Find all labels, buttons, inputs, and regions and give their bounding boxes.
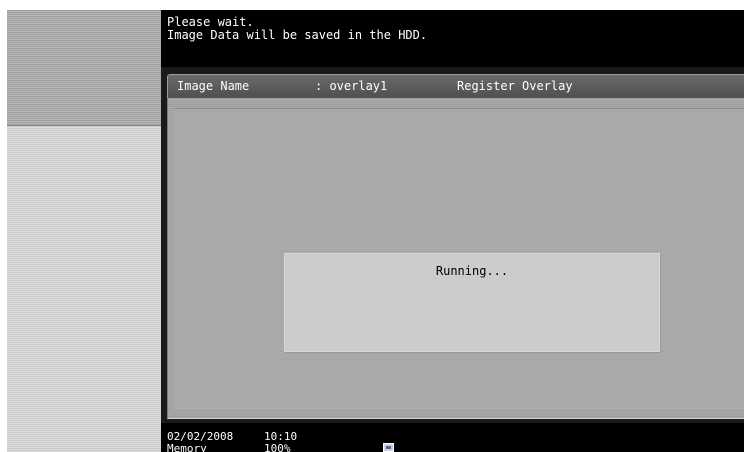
control-panel-screen: Please wait. Image Data will be saved in… — [0, 0, 744, 452]
action-title: Register Overlay — [457, 79, 573, 93]
message-line-2: Image Data will be saved in the HDD. — [167, 28, 428, 42]
status-bar: 02/02/2008 10:10 Memory 100% — [161, 423, 744, 452]
left-panel-top — [7, 10, 161, 125]
message-band: Please wait. Image Data will be saved in… — [161, 10, 744, 67]
running-dialog: Running... — [284, 253, 660, 352]
status-date: 02/02/2008 — [167, 430, 234, 443]
content-inner: Running... — [174, 108, 744, 409]
memory-label: Memory — [167, 442, 207, 452]
content-area: Running... — [167, 98, 744, 419]
left-panel-bottom — [7, 125, 161, 452]
status-time: 10:10 — [264, 430, 298, 443]
main-frame: Image Name : overlay1 Register Overlay R… — [161, 67, 744, 423]
image-name-value: : overlay1 — [315, 79, 388, 93]
memory-value: 100% — [264, 442, 291, 452]
running-status-text: Running... — [435, 264, 509, 278]
storage-icon — [383, 443, 394, 452]
image-name-label: Image Name — [177, 79, 250, 93]
header-bar: Image Name : overlay1 Register Overlay — [167, 74, 744, 98]
